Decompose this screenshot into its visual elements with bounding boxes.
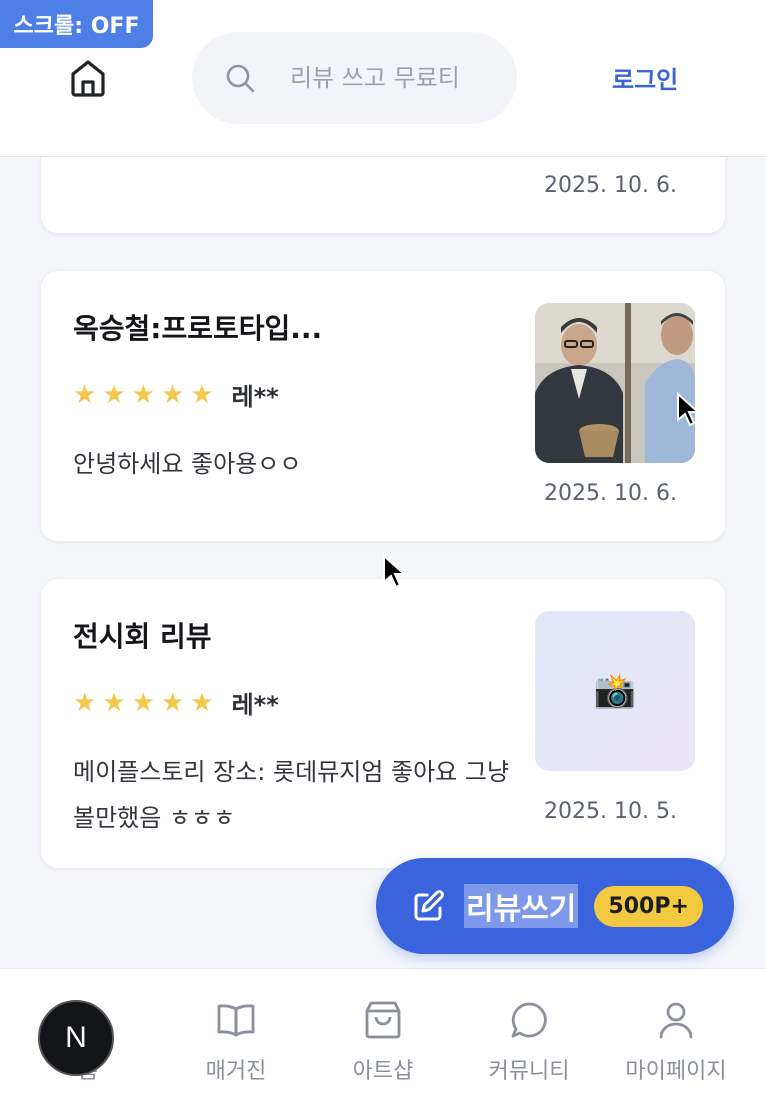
review-body: 안녕하세요 좋아용ㅇㅇ <box>73 450 302 478</box>
review-card[interactable]: 전시회 리뷰 ★ ★ ★ ★ ★ 레** 메이플스토리 장소: 롯데뮤지엄 좋아… <box>40 578 726 869</box>
star-icon: ★ <box>131 687 155 718</box>
star-icon: ★ <box>160 687 185 718</box>
home-button[interactable] <box>64 54 112 102</box>
search-icon <box>226 64 255 93</box>
nav-item-magazine[interactable]: 매거진 <box>166 999 306 1085</box>
camera-icon: 📸 <box>593 671 637 711</box>
nav-label: 매거진 <box>205 1059 267 1084</box>
user-icon <box>659 1002 693 1039</box>
star-icon: ★ <box>131 379 155 410</box>
star-icon: ★ <box>73 687 97 718</box>
write-review-button[interactable]: 리뷰쓰기 500P+ <box>376 858 734 954</box>
cursor-icon <box>383 554 407 589</box>
star-rating: ★ ★ ★ ★ ★ 레** <box>73 377 279 412</box>
reviewer-name: 레** <box>231 383 279 411</box>
search-input[interactable] <box>290 64 510 92</box>
home-icon <box>71 60 105 97</box>
nav-label: 아트샵 <box>352 1059 414 1084</box>
scroll-toggle-badge[interactable]: 스크롤: OFF <box>0 0 153 48</box>
search-bar[interactable] <box>192 32 517 124</box>
nav-item-artshop[interactable]: 아트샵 <box>313 999 453 1085</box>
bag-icon <box>365 1001 401 1039</box>
star-icon: ★ <box>190 687 214 718</box>
photo-placeholder[interactable]: 📸 <box>535 611 695 771</box>
star-icon: ★ <box>102 687 126 718</box>
star-icon: ★ <box>160 379 185 410</box>
review-card[interactable]: 옥승철:프로토타입... ★ ★ ★ ★ ★ 레** 안녕하세요 좋아용ㅇㅇ 2… <box>40 270 726 542</box>
star-icon: ★ <box>102 379 126 410</box>
review-date: 2025. 10. 5. <box>544 799 677 824</box>
review-body: 메이플스토리 장소: 롯데뮤지엄 좋아요 그냥 볼만했음 ㅎㅎㅎ <box>73 758 510 832</box>
review-photo[interactable] <box>535 303 695 463</box>
review-date: 2025. 10. 6. <box>544 481 677 506</box>
nav-label: 마이페이지 <box>625 1059 727 1084</box>
star-icon: ★ <box>190 379 214 410</box>
book-icon <box>217 1004 255 1037</box>
login-link[interactable]: 로그인 <box>612 60 678 95</box>
review-title: 전시회 리뷰 <box>73 620 212 653</box>
points-badge: 500P+ <box>594 885 703 927</box>
nav-item-mypage[interactable]: 마이페이지 <box>606 999 746 1085</box>
cursor-icon <box>677 392 701 427</box>
reviewer-name: 레** <box>231 691 279 719</box>
n-avatar-badge[interactable]: N <box>38 1000 114 1076</box>
star-icon: ★ <box>73 379 97 410</box>
write-review-label: 리뷰쓰기 <box>464 884 579 928</box>
nav-item-community[interactable]: 커뮤니티 <box>459 999 599 1085</box>
review-title: 옥승철:프로토타입... <box>73 312 323 345</box>
star-rating: ★ ★ ★ ★ ★ 레** <box>73 685 279 720</box>
review-date: 2025. 10. 6. <box>544 173 677 198</box>
chat-icon <box>511 1002 547 1038</box>
nav-label: 커뮤니티 <box>488 1059 570 1084</box>
edit-icon <box>414 890 444 921</box>
bottom-nav: 홈 매거진 아트샵 커뮤니티 마이페이지 <box>0 968 766 1114</box>
